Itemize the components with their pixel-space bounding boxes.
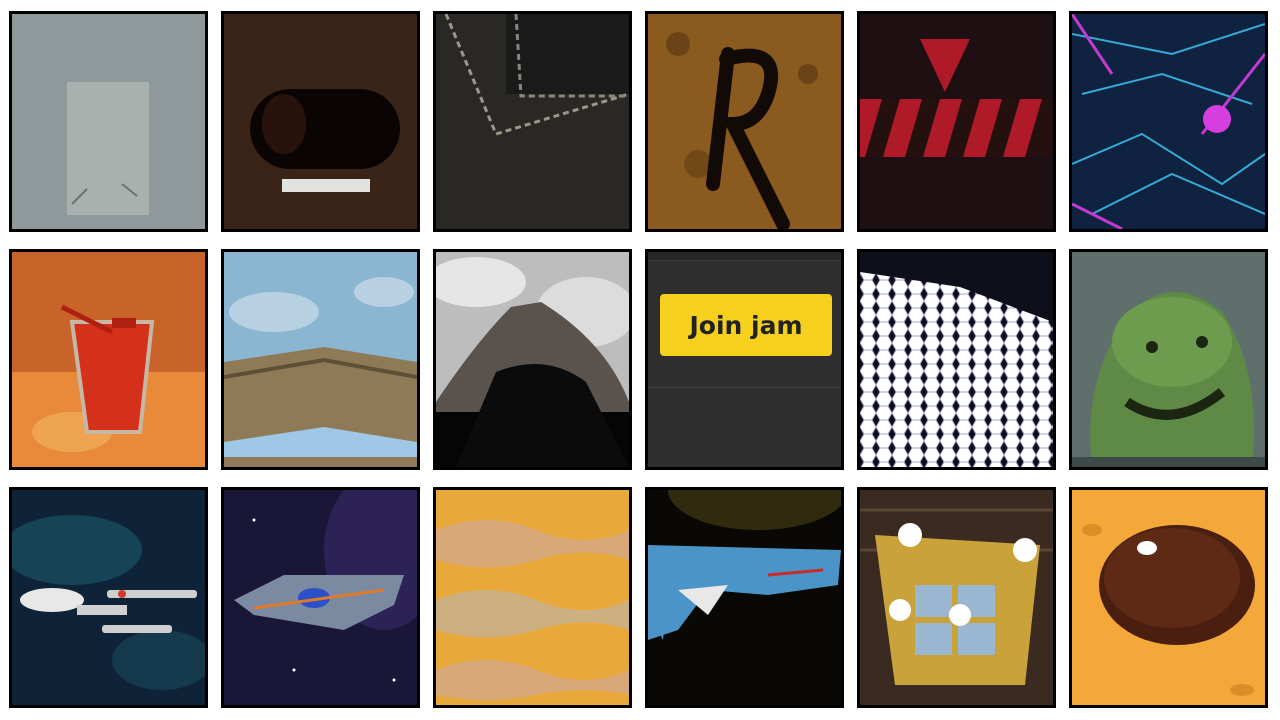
tile-starship-enterprise[interactable] [9,487,208,708]
tile-gray-panel[interactable] [9,11,208,232]
image-grid: Join jam [0,0,1280,720]
tile-hex-mesh[interactable] [857,249,1056,470]
tile-gray-peak[interactable] [433,249,632,470]
tile-chocolate-button[interactable] [1069,487,1268,708]
panel-divider [648,387,841,388]
tile-red-warning-stripes[interactable] [857,11,1056,232]
tile-sand-waves[interactable] [433,487,632,708]
panel-top-bar [648,252,841,261]
tile-alien-spaceship[interactable] [221,487,420,708]
tile-neon-mech[interactable] [1069,11,1268,232]
tile-grunge-r-letter[interactable] [645,11,844,232]
tile-green-creature[interactable] [1069,249,1268,470]
tile-red-cup[interactable] [9,249,208,470]
tile-pixel-shark[interactable] [645,487,844,708]
tile-dark-stitched-leather[interactable] [433,11,632,232]
tile-join-jam: Join jam [645,249,844,470]
tile-gold-chest[interactable] [857,487,1056,708]
tile-sky-roof[interactable] [221,249,420,470]
join-jam-button[interactable]: Join jam [660,294,832,356]
tile-dark-oval-object[interactable] [221,11,420,232]
join-jam-panel: Join jam [648,252,841,467]
